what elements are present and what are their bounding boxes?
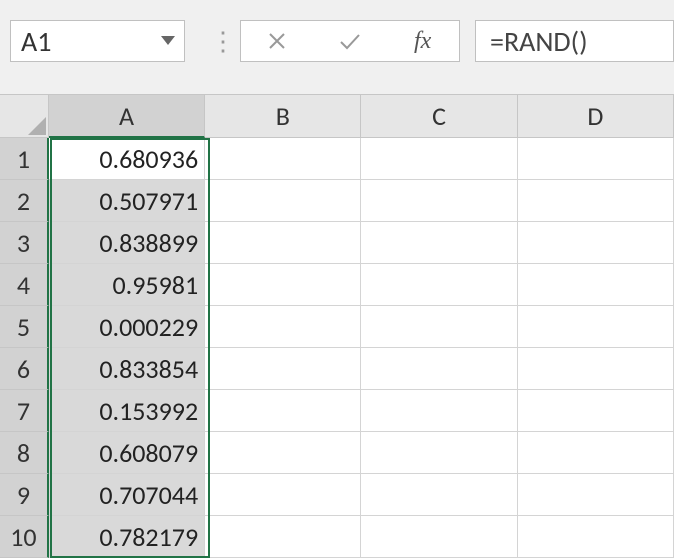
cell[interactable] (361, 180, 517, 222)
cell[interactable]: 0.833854 (49, 348, 205, 390)
cell[interactable]: 0.838899 (49, 222, 205, 264)
column-headers: A B C D (0, 95, 674, 138)
cell[interactable] (518, 138, 674, 180)
cell[interactable]: 0.507971 (49, 180, 205, 222)
enter-icon[interactable] (314, 31, 387, 51)
table-row: 40.95981 (0, 264, 674, 306)
table-row: 30.838899 (0, 222, 674, 264)
cell[interactable] (361, 138, 517, 180)
row-header[interactable]: 5 (0, 306, 49, 348)
table-row: 20.507971 (0, 180, 674, 222)
table-row: 10.680936 (0, 138, 674, 180)
cell[interactable] (361, 222, 517, 264)
separator-icon: ⋮ (210, 25, 236, 57)
row-header[interactable]: 8 (0, 432, 49, 474)
row-header[interactable]: 1 (0, 138, 49, 180)
cell[interactable] (205, 348, 361, 390)
cell[interactable] (518, 306, 674, 348)
column-header-a[interactable]: A (49, 95, 205, 138)
cell[interactable] (518, 180, 674, 222)
cell[interactable] (361, 516, 517, 558)
cell[interactable] (205, 474, 361, 516)
formula-text: =RAND() (490, 24, 588, 59)
chevron-down-icon[interactable] (152, 36, 184, 46)
column-header-d[interactable]: D (518, 95, 674, 138)
row-header[interactable]: 3 (0, 222, 49, 264)
formula-bar-area: A1 ⋮ fx =RAND() (0, 0, 674, 95)
fx-label: fx (414, 28, 431, 55)
cell[interactable] (205, 264, 361, 306)
row-header[interactable]: 4 (0, 264, 49, 306)
name-box-value: A1 (11, 24, 152, 59)
cell[interactable]: 0.782179 (49, 516, 205, 558)
cell[interactable] (361, 306, 517, 348)
column-header-c[interactable]: C (361, 95, 517, 138)
cell[interactable]: 0.707044 (49, 474, 205, 516)
table-row: 70.153992 (0, 390, 674, 432)
table-row: 90.707044 (0, 474, 674, 516)
cell[interactable] (361, 348, 517, 390)
cell[interactable]: 0.153992 (49, 390, 205, 432)
cell[interactable] (205, 222, 361, 264)
cell[interactable] (205, 390, 361, 432)
cell[interactable] (518, 432, 674, 474)
insert-function-button[interactable]: fx (386, 28, 459, 55)
table-row: 100.782179 (0, 516, 674, 558)
cell[interactable] (361, 474, 517, 516)
row-header[interactable]: 9 (0, 474, 49, 516)
column-header-b[interactable]: B (205, 95, 361, 138)
cell[interactable] (518, 222, 674, 264)
formula-buttons: fx (240, 20, 460, 62)
formula-input[interactable]: =RAND() (475, 20, 674, 62)
cell[interactable] (205, 432, 361, 474)
cell[interactable]: 0.608079 (49, 432, 205, 474)
table-row: 60.833854 (0, 348, 674, 390)
cell[interactable] (205, 138, 361, 180)
cell[interactable] (518, 474, 674, 516)
row-header[interactable]: 2 (0, 180, 49, 222)
cell[interactable] (361, 432, 517, 474)
row-header[interactable]: 6 (0, 348, 49, 390)
cell[interactable] (361, 390, 517, 432)
cell[interactable] (361, 264, 517, 306)
cell[interactable] (205, 306, 361, 348)
cell[interactable] (518, 390, 674, 432)
cell[interactable]: 0.000229 (49, 306, 205, 348)
table-row: 50.000229 (0, 306, 674, 348)
cell[interactable] (518, 348, 674, 390)
name-box[interactable]: A1 (10, 20, 185, 62)
cell[interactable]: 0.680936 (49, 138, 205, 180)
cancel-icon[interactable] (241, 31, 314, 51)
cell[interactable] (518, 516, 674, 558)
cell[interactable] (205, 180, 361, 222)
cell[interactable] (518, 264, 674, 306)
cell[interactable] (205, 516, 361, 558)
cell[interactable]: 0.95981 (49, 264, 205, 306)
row-header[interactable]: 7 (0, 390, 49, 432)
spreadsheet-grid: A B C D 10.68093620.50797130.83889940.95… (0, 95, 674, 558)
table-row: 80.608079 (0, 432, 674, 474)
row-header[interactable]: 10 (0, 516, 49, 558)
select-all-corner[interactable] (0, 95, 49, 138)
